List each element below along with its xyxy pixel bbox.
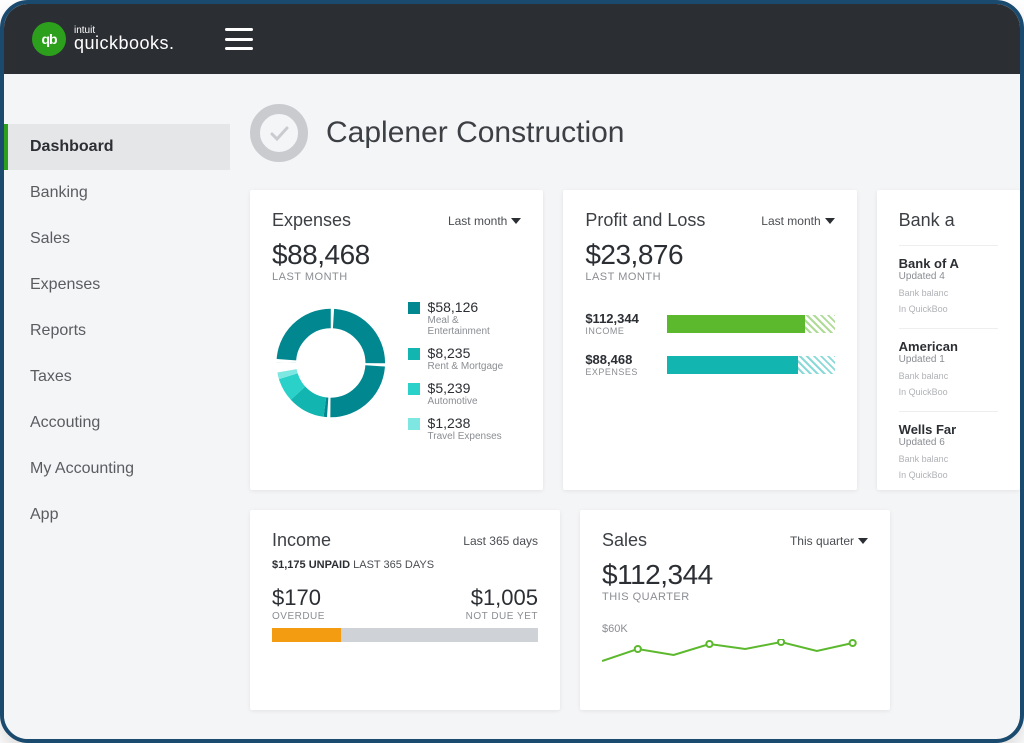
pl-amount: $23,876 [585,239,834,271]
hamburger-menu-icon[interactable] [225,28,253,50]
pl-period-dropdown[interactable]: Last month [761,214,834,228]
sidebar-item-sales[interactable]: Sales [4,216,230,262]
sidebar-item-accouting[interactable]: Accouting [4,400,230,446]
legend-item: $1,238Travel Expenses [408,415,522,442]
bank-account-row[interactable]: American Updated 1 Bank balanc In QuickB… [899,328,998,397]
app-window: qb intuit quickbooks. Dashboard Banking … [0,0,1024,743]
sidebar-item-dashboard[interactable]: Dashboard [4,124,230,170]
legend-item: $8,235Rent & Mortgage [408,345,522,372]
expenses-legend: $58,126Meal & Entertainment $8,235Rent &… [408,299,522,442]
sidebar-item-expenses[interactable]: Expenses [4,262,230,308]
swatch-icon [408,302,420,314]
topbar: qb intuit quickbooks. [4,4,1020,74]
expenses-sublabel: LAST MONTH [272,271,521,283]
legend-item: $58,126Meal & Entertainment [408,299,522,337]
swatch-icon [408,418,420,430]
pl-income-bar: $112,344INCOME [585,311,834,336]
expenses-amount: $88,468 [272,239,521,271]
profit-loss-card: Profit and Loss Last month $23,876 LAST … [563,190,856,490]
sidebar: Dashboard Banking Sales Expenses Reports… [4,74,230,739]
bank-account-row[interactable]: Bank of A Updated 4 Bank balanc In Quick… [899,245,998,314]
income-notdue: $1,005NOT DUE YET [466,585,538,622]
income-bar-chart [272,628,538,642]
pl-sublabel: LAST MONTH [585,271,834,283]
sidebar-item-app[interactable]: App [4,492,230,538]
expenses-donut-chart [272,303,390,423]
expenses-title: Expenses [272,210,351,231]
pl-period-label: Last month [761,214,820,228]
sidebar-item-my-accounting[interactable]: My Accounting [4,446,230,492]
sales-y-label: $60K [602,623,868,635]
income-unpaid-line: $1,175 UNPAID LAST 365 DAYS [272,559,538,571]
expenses-period-label: Last month [448,214,507,228]
legend-item: $5,239Automotive [408,380,522,407]
bank-account-row[interactable]: Wells Far Updated 6 Bank balanc In Quick… [899,411,998,480]
expenses-period-dropdown[interactable]: Last month [448,214,521,228]
swatch-icon [408,348,420,360]
page-title: Caplener Construction [326,116,625,150]
pl-title: Profit and Loss [585,210,705,231]
sales-title: Sales [602,530,647,551]
income-card: Income Last 365 days $1,175 UNPAID LAST … [250,510,560,710]
chevron-down-icon [511,218,521,224]
main-panel: Caplener Construction Expenses Last mont… [230,74,1020,739]
sales-sublabel: THIS QUARTER [602,591,868,603]
qb-badge-icon: qb [32,22,66,56]
chevron-down-icon [825,218,835,224]
income-period-dropdown[interactable]: Last 365 days [463,534,538,548]
sales-card: Sales This quarter $112,344 THIS QUARTER… [580,510,890,710]
brand-logo[interactable]: qb intuit quickbooks. [32,22,175,56]
income-title: Income [272,530,331,551]
sales-period-dropdown[interactable]: This quarter [790,534,868,548]
expenses-card: Expenses Last month $88,468 LAST MONTH [250,190,543,490]
income-overdue: $170OVERDUE [272,585,325,622]
sidebar-item-reports[interactable]: Reports [4,308,230,354]
chevron-down-icon [858,538,868,544]
content-area: Dashboard Banking Sales Expenses Reports… [4,74,1020,739]
sales-amount: $112,344 [602,559,868,591]
sidebar-item-taxes[interactable]: Taxes [4,354,230,400]
brand-big: quickbooks. [74,35,175,51]
pl-expenses-bar: $88,468EXPENSES [585,352,834,377]
sidebar-item-banking[interactable]: Banking [4,170,230,216]
page-header: Caplener Construction [250,104,1020,162]
setup-check-icon[interactable] [250,104,308,162]
bank-accounts-card: Bank a Bank of A Updated 4 Bank balanc I… [877,190,1020,490]
sales-line-chart [602,639,868,669]
swatch-icon [408,383,420,395]
bank-title: Bank a [899,210,998,231]
